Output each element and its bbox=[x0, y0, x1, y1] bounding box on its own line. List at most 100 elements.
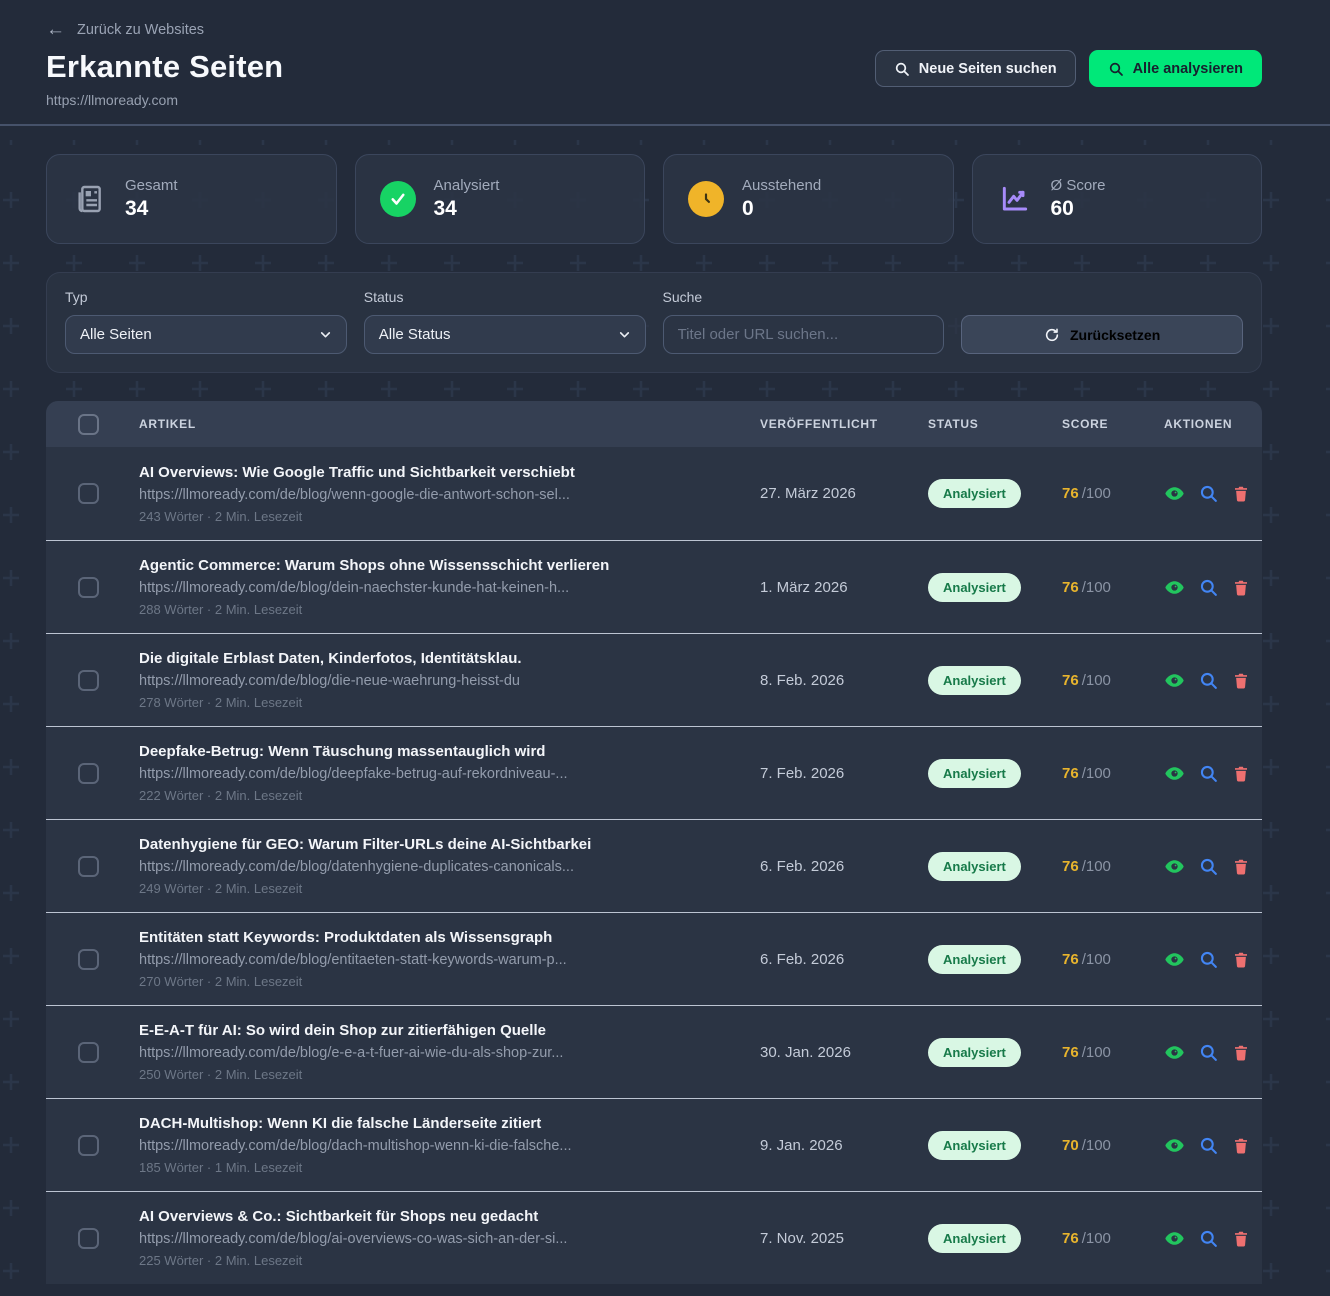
published-date: 8. Feb. 2026 bbox=[760, 672, 928, 689]
delete-button[interactable] bbox=[1232, 857, 1250, 876]
article-title: AI Overviews: Wie Google Traffic und Sic… bbox=[139, 464, 740, 481]
reset-filters-button[interactable]: Zurücksetzen bbox=[961, 315, 1243, 354]
analyze-button[interactable] bbox=[1199, 484, 1218, 503]
delete-button[interactable] bbox=[1232, 1229, 1250, 1248]
stat-card-total: Gesamt 34 bbox=[46, 154, 337, 244]
status-badge: Analysiert bbox=[928, 945, 1021, 974]
select-all-checkbox[interactable] bbox=[78, 414, 99, 435]
score-max: /100 bbox=[1082, 672, 1111, 689]
row-checkbox[interactable] bbox=[78, 670, 99, 691]
magnifier-icon bbox=[1199, 857, 1218, 876]
status-badge: Analysiert bbox=[928, 573, 1021, 602]
view-button[interactable] bbox=[1164, 763, 1185, 784]
view-button[interactable] bbox=[1164, 1228, 1185, 1249]
status-badge: Analysiert bbox=[928, 1038, 1021, 1067]
score-max: /100 bbox=[1082, 765, 1111, 782]
magnifier-icon bbox=[1199, 484, 1218, 503]
stat-card-avg-score: Ø Score 60 bbox=[972, 154, 1263, 244]
view-button[interactable] bbox=[1164, 1042, 1185, 1063]
eye-icon bbox=[1164, 1228, 1185, 1249]
row-checkbox[interactable] bbox=[78, 949, 99, 970]
score-value: 76 bbox=[1062, 951, 1079, 968]
row-checkbox[interactable] bbox=[78, 856, 99, 877]
search-filter-label: Suche bbox=[663, 289, 945, 306]
score-value: 76 bbox=[1062, 858, 1079, 875]
row-checkbox[interactable] bbox=[78, 763, 99, 784]
back-to-websites-link[interactable]: ← Zurück zu Websites bbox=[46, 20, 204, 39]
delete-button[interactable] bbox=[1232, 950, 1250, 969]
type-filter-label: Typ bbox=[65, 289, 347, 306]
row-checkbox[interactable] bbox=[78, 1135, 99, 1156]
view-button[interactable] bbox=[1164, 856, 1185, 877]
delete-button[interactable] bbox=[1232, 578, 1250, 597]
trash-icon bbox=[1232, 484, 1250, 503]
analyze-all-button[interactable]: Alle analysieren bbox=[1089, 50, 1262, 87]
trash-icon bbox=[1232, 1229, 1250, 1248]
stat-label: Gesamt bbox=[125, 177, 178, 194]
row-checkbox[interactable] bbox=[78, 1228, 99, 1249]
article-meta: 225 Wörter · 2 Min. Lesezeit bbox=[139, 1253, 740, 1268]
status-filter-label: Status bbox=[364, 289, 646, 306]
eye-icon bbox=[1164, 1135, 1185, 1156]
filter-panel: Typ Alle Seiten Status Alle Status bbox=[46, 272, 1262, 373]
trash-icon bbox=[1232, 578, 1250, 597]
delete-button[interactable] bbox=[1232, 484, 1250, 503]
analyze-button[interactable] bbox=[1199, 578, 1218, 597]
status-badge: Analysiert bbox=[928, 852, 1021, 881]
analyze-button[interactable] bbox=[1199, 764, 1218, 783]
search-input[interactable] bbox=[678, 316, 930, 353]
column-header-article: ARTIKEL bbox=[130, 417, 760, 431]
eye-icon bbox=[1164, 670, 1185, 691]
row-checkbox[interactable] bbox=[78, 1042, 99, 1063]
published-date: 6. Feb. 2026 bbox=[760, 858, 928, 875]
analyze-button[interactable] bbox=[1199, 1043, 1218, 1062]
article-url: https://llmoready.com/de/blog/die-neue-w… bbox=[139, 673, 740, 689]
status-badge: Analysiert bbox=[928, 1224, 1021, 1253]
score-value: 76 bbox=[1062, 579, 1079, 596]
status-badge: Analysiert bbox=[928, 759, 1021, 788]
score-value: 76 bbox=[1062, 1230, 1079, 1247]
view-button[interactable] bbox=[1164, 1135, 1185, 1156]
view-button[interactable] bbox=[1164, 949, 1185, 970]
article-url: https://llmoready.com/de/blog/datenhygie… bbox=[139, 859, 740, 875]
row-checkbox[interactable] bbox=[78, 577, 99, 598]
analyze-button[interactable] bbox=[1199, 950, 1218, 969]
delete-button[interactable] bbox=[1232, 1136, 1250, 1155]
stat-value: 60 bbox=[1051, 197, 1106, 221]
analyze-button[interactable] bbox=[1199, 857, 1218, 876]
type-select[interactable]: Alle Seiten bbox=[65, 315, 347, 354]
article-meta: 249 Wörter · 2 Min. Lesezeit bbox=[139, 881, 740, 896]
search-new-pages-button[interactable]: Neue Seiten suchen bbox=[875, 50, 1076, 87]
analyze-button[interactable] bbox=[1199, 671, 1218, 690]
newspaper-icon bbox=[71, 181, 107, 217]
delete-button[interactable] bbox=[1232, 671, 1250, 690]
view-button[interactable] bbox=[1164, 577, 1185, 598]
article-title: Die digitale Erblast Daten, Kinderfotos,… bbox=[139, 650, 740, 667]
score-value: 76 bbox=[1062, 765, 1079, 782]
analyze-button[interactable] bbox=[1199, 1136, 1218, 1155]
stat-value: 0 bbox=[742, 197, 821, 221]
score-max: /100 bbox=[1082, 1230, 1111, 1247]
clock-icon bbox=[688, 181, 724, 217]
article-url: https://llmoready.com/de/blog/deepfake-b… bbox=[139, 766, 740, 782]
view-button[interactable] bbox=[1164, 670, 1185, 691]
score-max: /100 bbox=[1082, 951, 1111, 968]
status-select[interactable]: Alle Status bbox=[364, 315, 646, 354]
published-date: 27. März 2026 bbox=[760, 485, 928, 502]
trash-icon bbox=[1232, 950, 1250, 969]
article-title: Deepfake-Betrug: Wenn Täuschung massenta… bbox=[139, 743, 740, 760]
page-header: ← Zurück zu Websites Erkannte Seiten htt… bbox=[0, 0, 1330, 126]
magnifier-icon bbox=[1199, 950, 1218, 969]
column-header-status: STATUS bbox=[928, 417, 1062, 431]
view-button[interactable] bbox=[1164, 483, 1185, 504]
stat-label: Analysiert bbox=[434, 177, 500, 194]
analyze-button[interactable] bbox=[1199, 1229, 1218, 1248]
delete-button[interactable] bbox=[1232, 1043, 1250, 1062]
article-url: https://llmoready.com/de/blog/ai-overvie… bbox=[139, 1231, 740, 1247]
row-checkbox[interactable] bbox=[78, 483, 99, 504]
score-max: /100 bbox=[1082, 858, 1111, 875]
stat-value: 34 bbox=[434, 197, 500, 221]
published-date: 6. Feb. 2026 bbox=[760, 951, 928, 968]
table-row: Deepfake-Betrug: Wenn Täuschung massenta… bbox=[46, 726, 1262, 819]
delete-button[interactable] bbox=[1232, 764, 1250, 783]
